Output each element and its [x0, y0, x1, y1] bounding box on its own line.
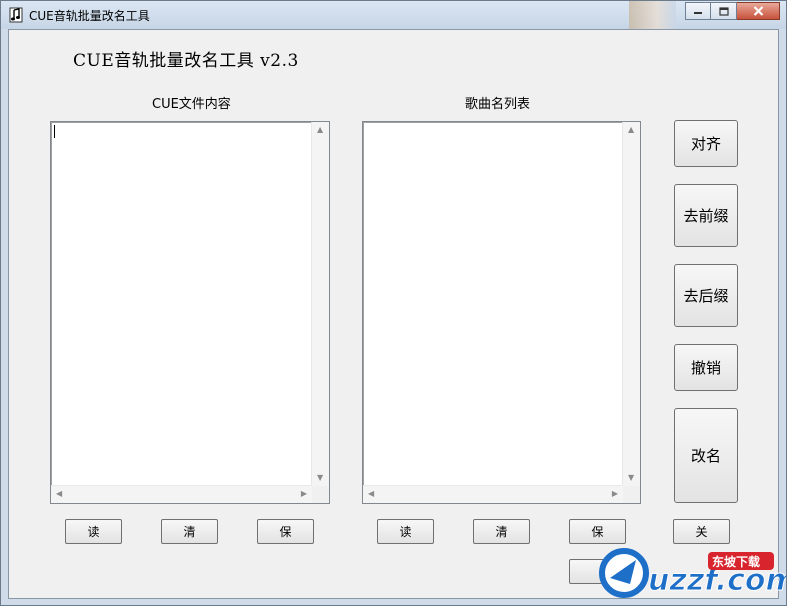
scrollbar-corner	[312, 486, 329, 503]
scroll-left-icon[interactable]: ◀	[368, 490, 374, 498]
scroll-down-icon[interactable]: ▼	[628, 474, 634, 482]
client-area: CUE音轨批量改名工具 v2.3 CUE文件内容 歌曲名列表 ▲ ▼ ◀ ▶ ▲…	[8, 29, 779, 599]
scroll-up-icon[interactable]: ▲	[628, 126, 634, 134]
maximize-icon	[718, 6, 729, 16]
vertical-scrollbar[interactable]: ▲ ▼	[622, 122, 640, 486]
minimize-icon	[694, 12, 702, 14]
cue-content-textarea[interactable]: ▲ ▼ ◀ ▶	[50, 121, 330, 504]
left-clear-button[interactable]: 清	[161, 519, 218, 544]
vertical-scrollbar[interactable]: ▲ ▼	[311, 122, 329, 486]
close-icon	[753, 6, 763, 16]
app-heading: CUE音轨批量改名工具 v2.3	[73, 51, 299, 71]
rename-button[interactable]: 改名	[674, 408, 738, 503]
close-window-button[interactable]	[737, 2, 780, 20]
title-bar[interactable]: CUE音轨批量改名工具	[1, 1, 786, 29]
maximize-button[interactable]	[711, 2, 737, 20]
horizontal-scrollbar[interactable]: ◀ ▶	[363, 485, 623, 503]
left-save-button[interactable]: 保	[257, 519, 314, 544]
undo-button[interactable]: 撤销	[674, 344, 738, 391]
scroll-left-icon[interactable]: ◀	[56, 490, 62, 498]
scroll-up-icon[interactable]: ▲	[317, 126, 323, 134]
right-clear-button[interactable]: 清	[473, 519, 530, 544]
horizontal-scrollbar[interactable]: ◀ ▶	[51, 485, 312, 503]
scroll-right-icon[interactable]: ▶	[612, 490, 618, 498]
right-read-button[interactable]: 读	[377, 519, 434, 544]
app-window: CUE音轨批量改名工具 CUE音轨批量改名工具 v2.3 CUE文件内容 歌曲名…	[0, 0, 787, 606]
minimize-button[interactable]	[685, 2, 711, 20]
song-list-textarea[interactable]: ▲ ▼ ◀ ▶	[362, 121, 641, 504]
scroll-down-icon[interactable]: ▼	[317, 474, 323, 482]
left-read-button[interactable]: 读	[65, 519, 122, 544]
remove-prefix-button[interactable]: 去前缀	[674, 184, 738, 247]
scrollbar-corner	[623, 486, 640, 503]
remove-suffix-button[interactable]: 去后缀	[674, 264, 738, 327]
align-button[interactable]: 对齐	[674, 120, 738, 167]
song-list-label: 歌曲名列表	[465, 97, 531, 112]
scroll-right-icon[interactable]: ▶	[301, 490, 307, 498]
window-title: CUE音轨批量改名工具	[29, 9, 150, 23]
watermark-logo: uzzf.com 东坡下载	[599, 548, 786, 599]
watermark-subtext: 东坡下载	[712, 554, 760, 569]
cue-content-label: CUE文件内容	[152, 97, 231, 112]
text-caret	[54, 125, 55, 138]
music-note-icon	[9, 7, 23, 23]
window-controls	[685, 2, 780, 21]
title-bar-decoration	[629, 1, 676, 29]
